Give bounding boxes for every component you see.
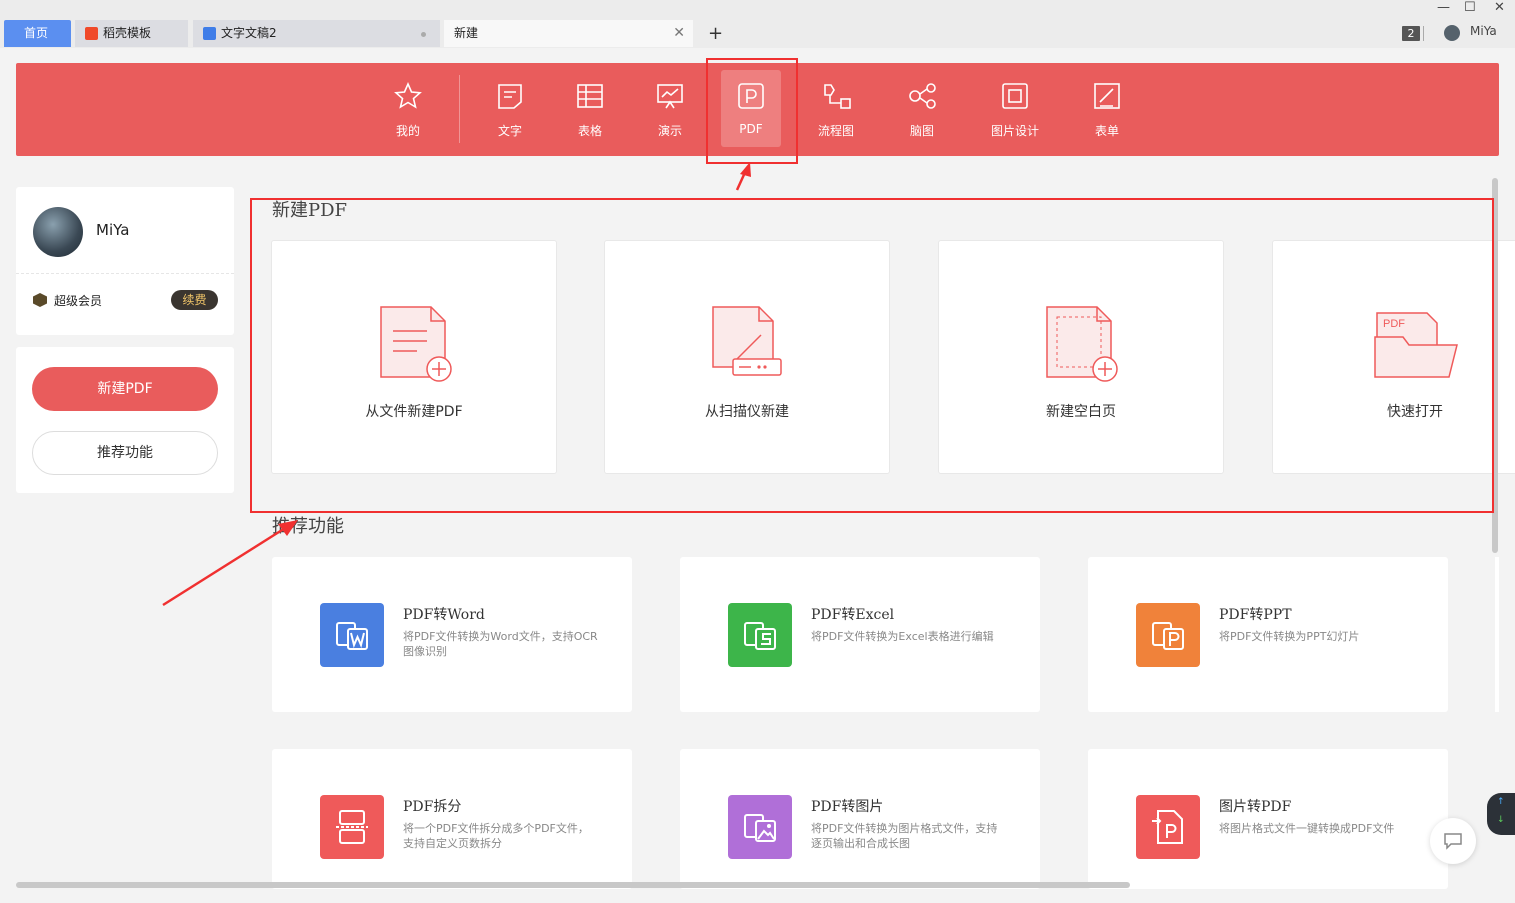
- divider: [1423, 26, 1424, 41]
- feature-image-to-pdf[interactable]: 图片转PDF 将图片格式文件一键转换成PDF文件: [1088, 749, 1448, 889]
- ribbon-item-presentation[interactable]: 演示: [635, 63, 705, 156]
- window-count-badge[interactable]: 2: [1402, 26, 1420, 41]
- upload-arrow-icon: ↑: [1497, 797, 1505, 807]
- close-tab-icon[interactable]: ✕: [673, 20, 685, 47]
- tab-new[interactable]: 新建 ✕: [444, 20, 693, 47]
- image-to-pdf-icon: [1136, 795, 1200, 859]
- image-design-icon: [1002, 83, 1028, 109]
- ribbon-divider: [459, 75, 460, 143]
- form-icon: [1094, 83, 1120, 109]
- ribbon-item-mindmap[interactable]: 脑图: [887, 63, 957, 156]
- pdf-split-icon: [320, 795, 384, 859]
- table-icon: [577, 84, 603, 108]
- ribbon-item-flowchart[interactable]: 流程图: [801, 63, 871, 156]
- docer-flame-icon: [85, 27, 98, 40]
- ribbon-item-spreadsheet[interactable]: 表格: [555, 63, 625, 156]
- ribbon-item-mine[interactable]: 我的: [373, 63, 443, 156]
- star-icon: [394, 82, 422, 109]
- ribbon-item-text[interactable]: 文字: [475, 63, 545, 156]
- minimize-icon[interactable]: —: [1437, 0, 1450, 15]
- annotation-box-pdf-tab: [706, 58, 798, 164]
- member-label: 超级会员: [54, 294, 103, 308]
- tab-home[interactable]: 首页: [4, 20, 71, 47]
- download-arrow-icon: ↓: [1497, 815, 1505, 825]
- speed-indicator[interactable]: ↑ ↓: [1487, 793, 1515, 835]
- unsaved-dot-icon: [421, 32, 426, 37]
- user-name-top[interactable]: MiYa: [1470, 24, 1497, 38]
- user-avatar-small[interactable]: [1444, 25, 1460, 41]
- ribbon-item-form[interactable]: 表单: [1072, 63, 1142, 156]
- ribbon-item-image-design[interactable]: 图片设计: [980, 63, 1050, 156]
- flowchart-icon: [824, 84, 851, 109]
- feedback-button[interactable]: [1430, 818, 1476, 864]
- word-doc-icon: [203, 27, 216, 40]
- pdf-to-ppt-icon: [1136, 603, 1200, 667]
- pdf-to-excel-icon: [728, 603, 792, 667]
- close-window-icon[interactable]: ✕: [1494, 0, 1505, 15]
- user-name: MiYa: [96, 221, 130, 239]
- presentation-icon: [657, 84, 683, 109]
- pdf-to-word-icon: [320, 603, 384, 667]
- feature-pdf-to-ppt[interactable]: PDF转PPT 将PDF文件转换为PPT幻灯片: [1088, 557, 1448, 712]
- partial-card-edge: [1495, 557, 1499, 712]
- pdf-to-image-icon: [728, 795, 792, 859]
- mindmap-icon: [909, 83, 936, 109]
- tab-word-doc[interactable]: 文字文稿2: [193, 20, 440, 47]
- feature-pdf-to-image[interactable]: PDF转图片 将PDF文件转换为图片格式文件，支持逐页输出和合成长图: [680, 749, 1040, 889]
- horizontal-scrollbar[interactable]: [16, 882, 1130, 888]
- add-tab-icon[interactable]: +: [708, 20, 723, 47]
- maximize-icon[interactable]: ☐: [1464, 0, 1476, 15]
- avatar[interactable]: [33, 207, 83, 257]
- annotation-arrows: [162, 162, 751, 607]
- tab-bar: 首页 稻壳模板 文字文稿2 新建 ✕ + 2 MiYa — ☐ ✕: [0, 0, 1515, 48]
- doc-icon: [498, 84, 522, 109]
- chat-icon: [1444, 833, 1462, 850]
- feature-pdf-split[interactable]: PDF拆分 将一个PDF文件拆分成多个PDF文件，支持自定义页数拆分: [272, 749, 632, 889]
- member-badge-icon: [33, 293, 47, 307]
- tab-docer-templates[interactable]: 稻壳模板: [75, 20, 188, 47]
